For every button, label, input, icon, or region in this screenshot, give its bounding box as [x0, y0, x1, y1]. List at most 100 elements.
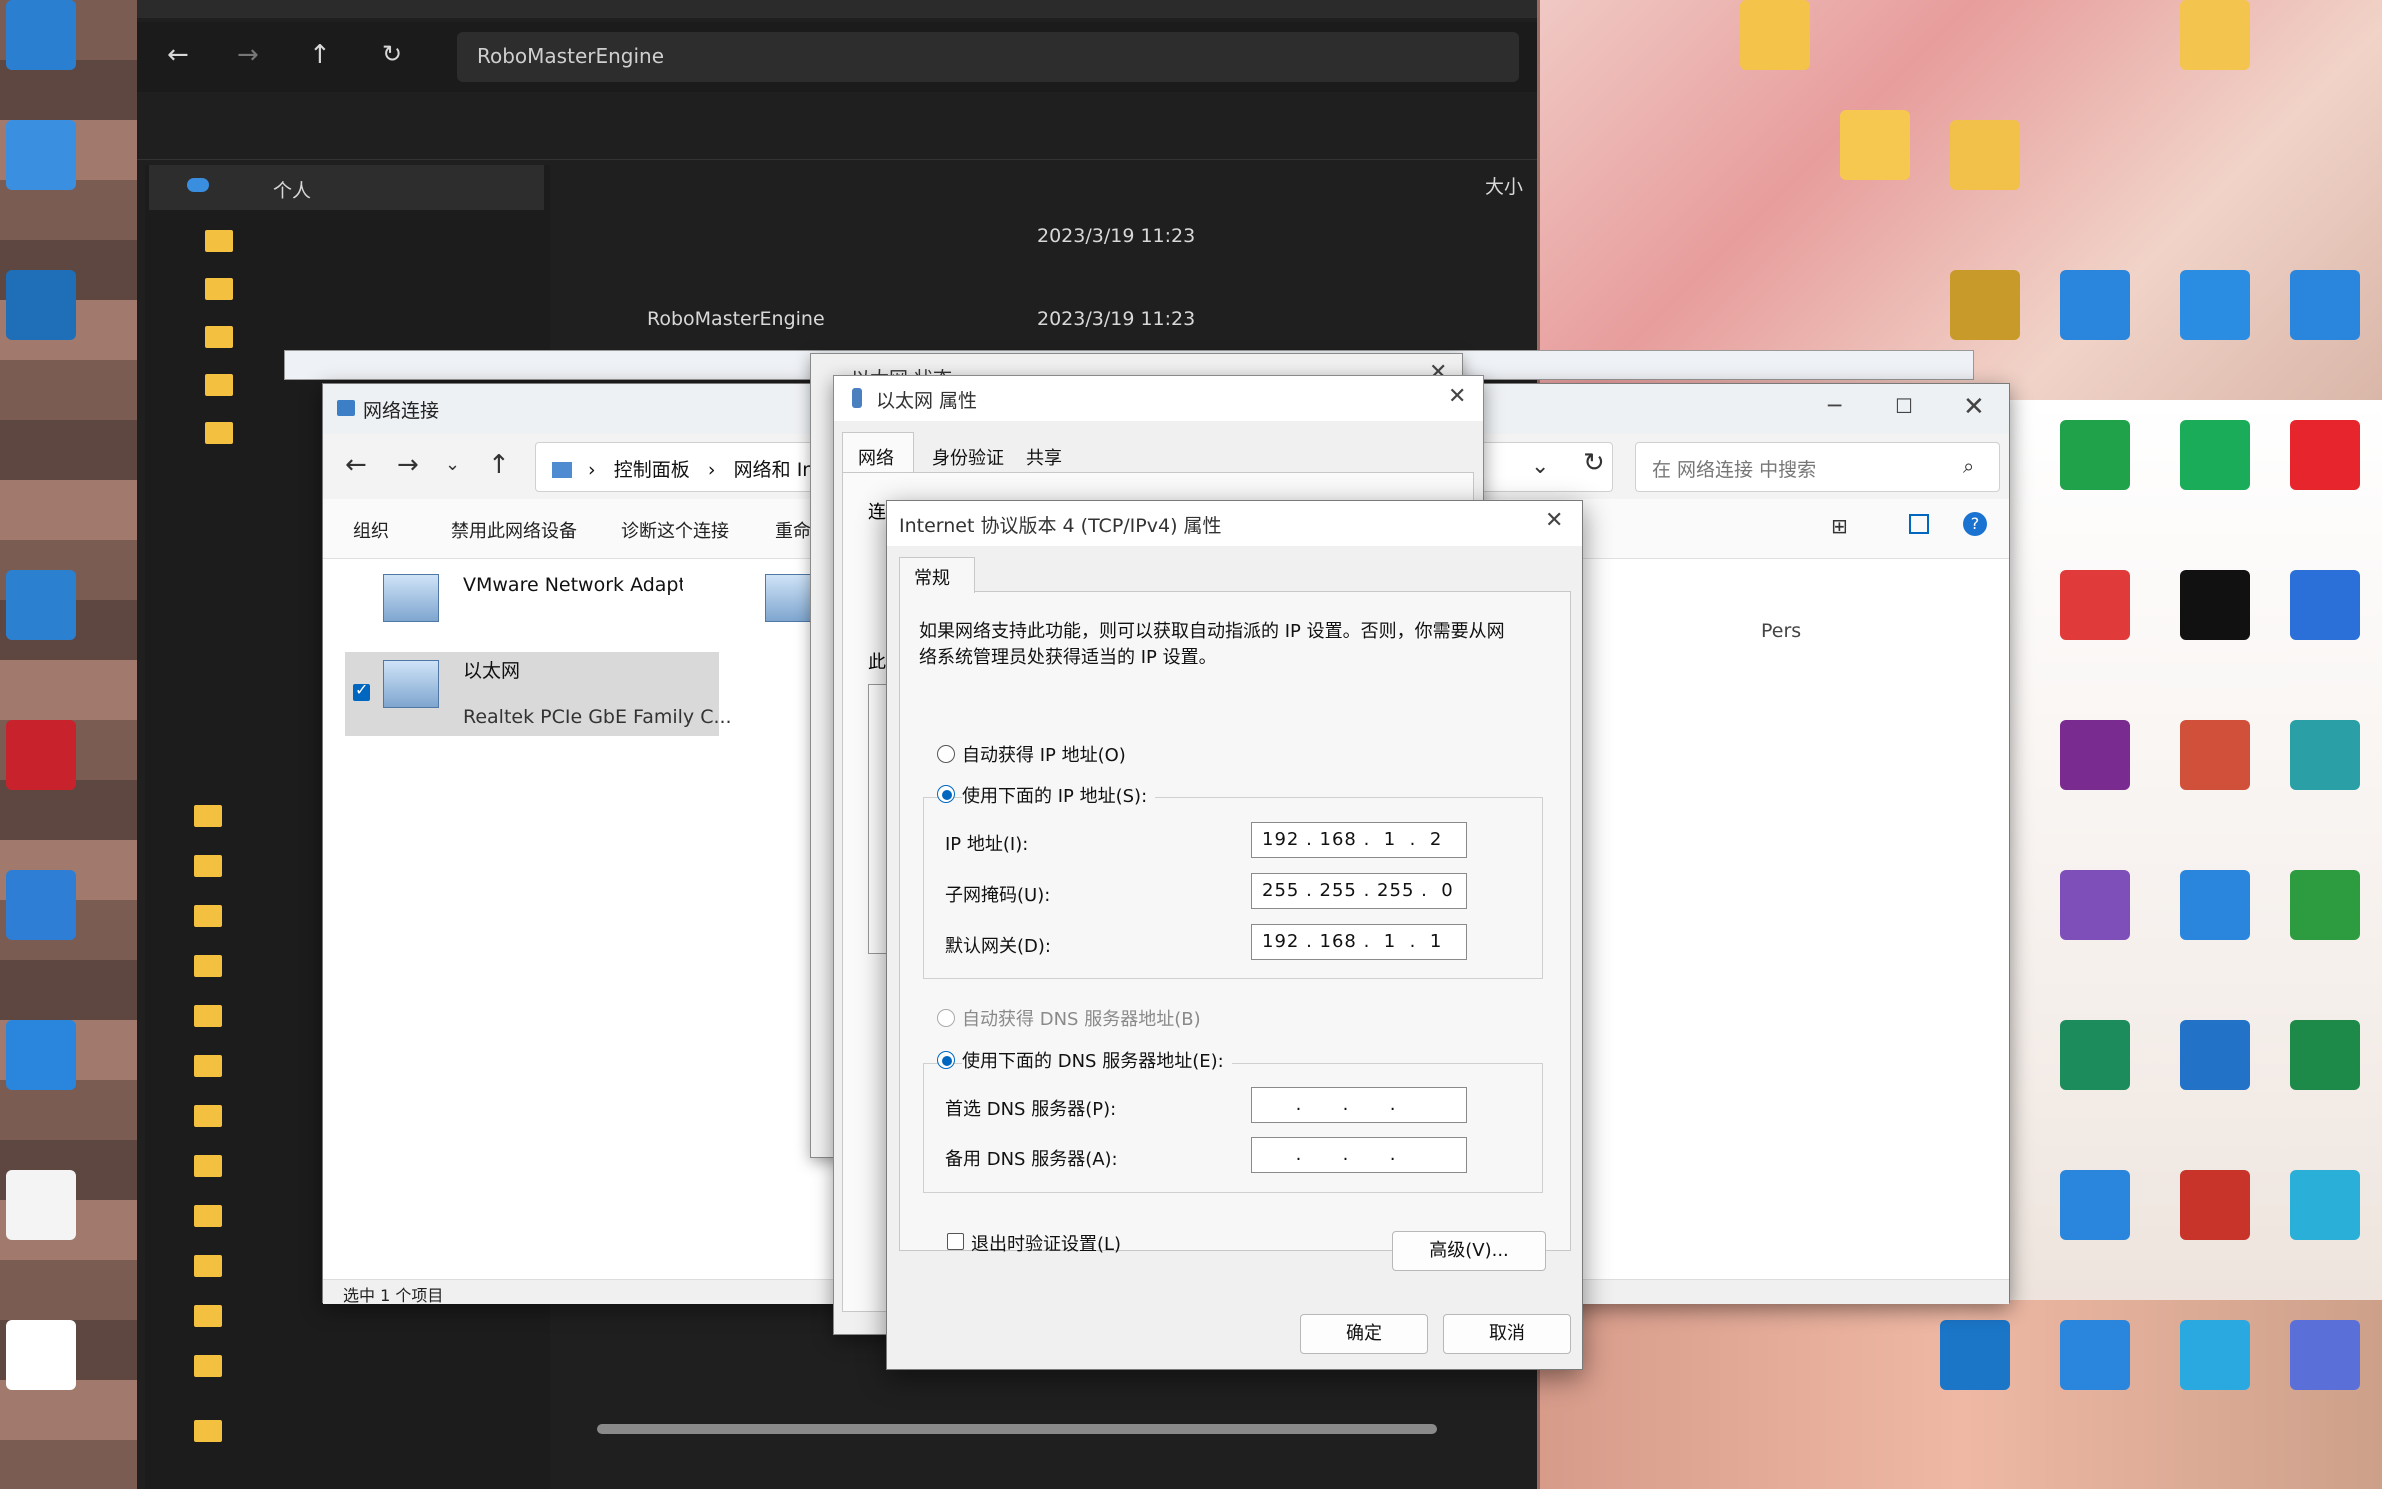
desktop-app-icon[interactable] — [2060, 570, 2130, 640]
desktop-app-icon[interactable] — [2060, 420, 2130, 490]
manual-ip-radio[interactable] — [937, 785, 955, 803]
subnet-mask-input[interactable]: 255 . 255 . 255 . 0 — [1251, 873, 1467, 909]
desktop-app-icon[interactable] — [2180, 420, 2250, 490]
tab-general[interactable]: 常规 — [899, 557, 975, 593]
column-header-size[interactable]: 大小 — [1485, 172, 1523, 199]
folder-icon[interactable] — [194, 955, 222, 977]
auto-ip-label[interactable]: 自动获得 IP 地址(O) — [962, 741, 1126, 767]
chevron-down-icon[interactable]: ⌄ — [445, 454, 460, 475]
desktop-folder-icon[interactable] — [1950, 120, 2020, 190]
folder-icon[interactable] — [205, 374, 233, 396]
folder-icon[interactable] — [194, 1305, 222, 1327]
close-icon[interactable]: ✕ — [1963, 394, 1985, 420]
desktop-app-icon[interactable] — [2290, 1020, 2360, 1090]
validate-on-exit-checkbox[interactable] — [947, 1233, 964, 1250]
desktop-app-icon[interactable] — [2180, 570, 2250, 640]
list-item-title[interactable]: Pers — [1761, 620, 1801, 642]
search-input[interactable]: 在 网络连接 中搜索 — [1635, 442, 2000, 492]
rename-button[interactable]: 重命 — [775, 517, 811, 543]
desktop-app-icon[interactable] — [6, 1020, 76, 1090]
folder-icon[interactable] — [194, 1055, 222, 1077]
forward-icon[interactable]: → — [397, 450, 419, 480]
desktop-app-icon[interactable] — [6, 120, 76, 190]
organize-button[interactable]: 组织 — [353, 517, 389, 543]
back-icon[interactable]: ← — [167, 40, 189, 70]
desktop-app-icon[interactable] — [2060, 870, 2130, 940]
explorer-horizontal-scrollbar[interactable] — [597, 1424, 1437, 1434]
ok-button[interactable]: 确定 — [1300, 1314, 1428, 1354]
validate-on-exit-label[interactable]: 退出时验证设置(L) — [971, 1230, 1121, 1256]
desktop-app-icon[interactable] — [2180, 270, 2250, 340]
desktop-app-icon[interactable] — [2180, 870, 2250, 940]
refresh-icon[interactable]: ↻ — [382, 40, 402, 68]
desktop-app-icon[interactable] — [2060, 270, 2130, 340]
desktop-app-icon[interactable] — [2180, 1170, 2250, 1240]
alternate-dns-input[interactable]: . . . — [1251, 1137, 1467, 1173]
manual-dns-radio[interactable] — [937, 1051, 955, 1069]
search-icon[interactable]: ⌕ — [1963, 454, 1974, 478]
breadcrumb-control-panel[interactable]: 控制面板 — [614, 459, 690, 481]
cancel-button[interactable]: 取消 — [1443, 1314, 1571, 1354]
back-icon[interactable]: ← — [345, 450, 367, 480]
component-list[interactable] — [868, 684, 888, 954]
manual-dns-label[interactable]: 使用下面的 DNS 服务器地址(E): — [962, 1047, 1232, 1073]
ip-address-input[interactable]: 192 . 168 . 1 . 2 — [1251, 822, 1467, 858]
tab-sharing[interactable]: 共享 — [1014, 438, 1074, 474]
view-options-icon[interactable]: ⊞ — [1831, 514, 1848, 538]
desktop-app-icon[interactable] — [2290, 720, 2360, 790]
folder-icon[interactable] — [205, 326, 233, 348]
desktop-app-icon[interactable] — [2290, 1170, 2360, 1240]
desktop-app-icon[interactable] — [2180, 1320, 2250, 1390]
desktop-app-icon[interactable] — [2290, 570, 2360, 640]
folder-icon[interactable] — [194, 905, 222, 927]
disable-device-button[interactable]: 禁用此网络设备 — [451, 517, 577, 543]
preview-pane-icon[interactable] — [1909, 514, 1929, 534]
desktop-app-icon[interactable] — [6, 270, 76, 340]
address-dropdown-icon[interactable]: ⌄ — [1531, 454, 1549, 479]
desktop-app-icon[interactable] — [2290, 870, 2360, 940]
forward-icon[interactable]: → — [237, 40, 259, 70]
minimize-icon[interactable]: ─ — [1828, 396, 1841, 418]
desktop-app-icon[interactable] — [2060, 720, 2130, 790]
explorer-search-box[interactable] — [1219, 32, 1519, 82]
file-name[interactable]: RoboMasterEngine — [647, 308, 825, 330]
diagnose-connection-button[interactable]: 诊断这个连接 — [621, 517, 729, 543]
desktop-app-icon[interactable] — [6, 1170, 76, 1240]
desktop-app-icon[interactable] — [1940, 1320, 2010, 1390]
list-item-title[interactable]: VMware Network Adapter — [463, 574, 683, 596]
desktop-app-icon[interactable] — [2060, 1320, 2130, 1390]
advanced-button[interactable]: 高级(V)... — [1392, 1231, 1546, 1271]
desktop-app-icon[interactable] — [2060, 1170, 2130, 1240]
folder-icon[interactable] — [194, 1205, 222, 1227]
folder-icon[interactable] — [194, 1005, 222, 1027]
desktop-folder-icon[interactable] — [1740, 0, 1810, 70]
folder-icon[interactable] — [194, 1355, 222, 1377]
help-icon[interactable]: ? — [1963, 512, 1987, 536]
folder-icon[interactable] — [194, 1155, 222, 1177]
desktop-app-icon[interactable] — [6, 1320, 76, 1390]
default-gateway-input[interactable]: 192 . 168 . 1 . 1 — [1251, 924, 1467, 960]
auto-ip-radio[interactable] — [937, 745, 955, 763]
folder-icon[interactable] — [194, 1255, 222, 1277]
up-icon[interactable]: ↑ — [309, 40, 331, 70]
desktop-app-icon[interactable] — [2060, 1020, 2130, 1090]
folder-icon[interactable] — [205, 422, 233, 444]
desktop-app-icon[interactable] — [2180, 1020, 2250, 1090]
folder-icon[interactable] — [194, 805, 222, 827]
folder-icon[interactable] — [205, 278, 233, 300]
folder-icon[interactable] — [194, 855, 222, 877]
desktop-app-icon[interactable] — [2290, 1320, 2360, 1390]
folder-icon[interactable] — [194, 1420, 222, 1442]
close-icon[interactable]: ✕ — [1545, 510, 1563, 532]
preferred-dns-input[interactable]: . . . — [1251, 1087, 1467, 1123]
refresh-icon[interactable]: ↻ — [1583, 448, 1605, 478]
folder-icon[interactable] — [194, 1105, 222, 1127]
desktop-app-icon[interactable] — [6, 870, 76, 940]
manual-ip-label[interactable]: 使用下面的 IP 地址(S): — [962, 782, 1156, 808]
desktop-app-icon[interactable] — [1950, 270, 2020, 340]
tab-authentication[interactable]: 身份验证 — [920, 438, 1016, 474]
auto-dns-radio[interactable] — [937, 1009, 955, 1027]
desktop-app-icon[interactable] — [6, 570, 76, 640]
folder-icon[interactable] — [205, 230, 233, 252]
close-icon[interactable]: ✕ — [1448, 386, 1466, 408]
